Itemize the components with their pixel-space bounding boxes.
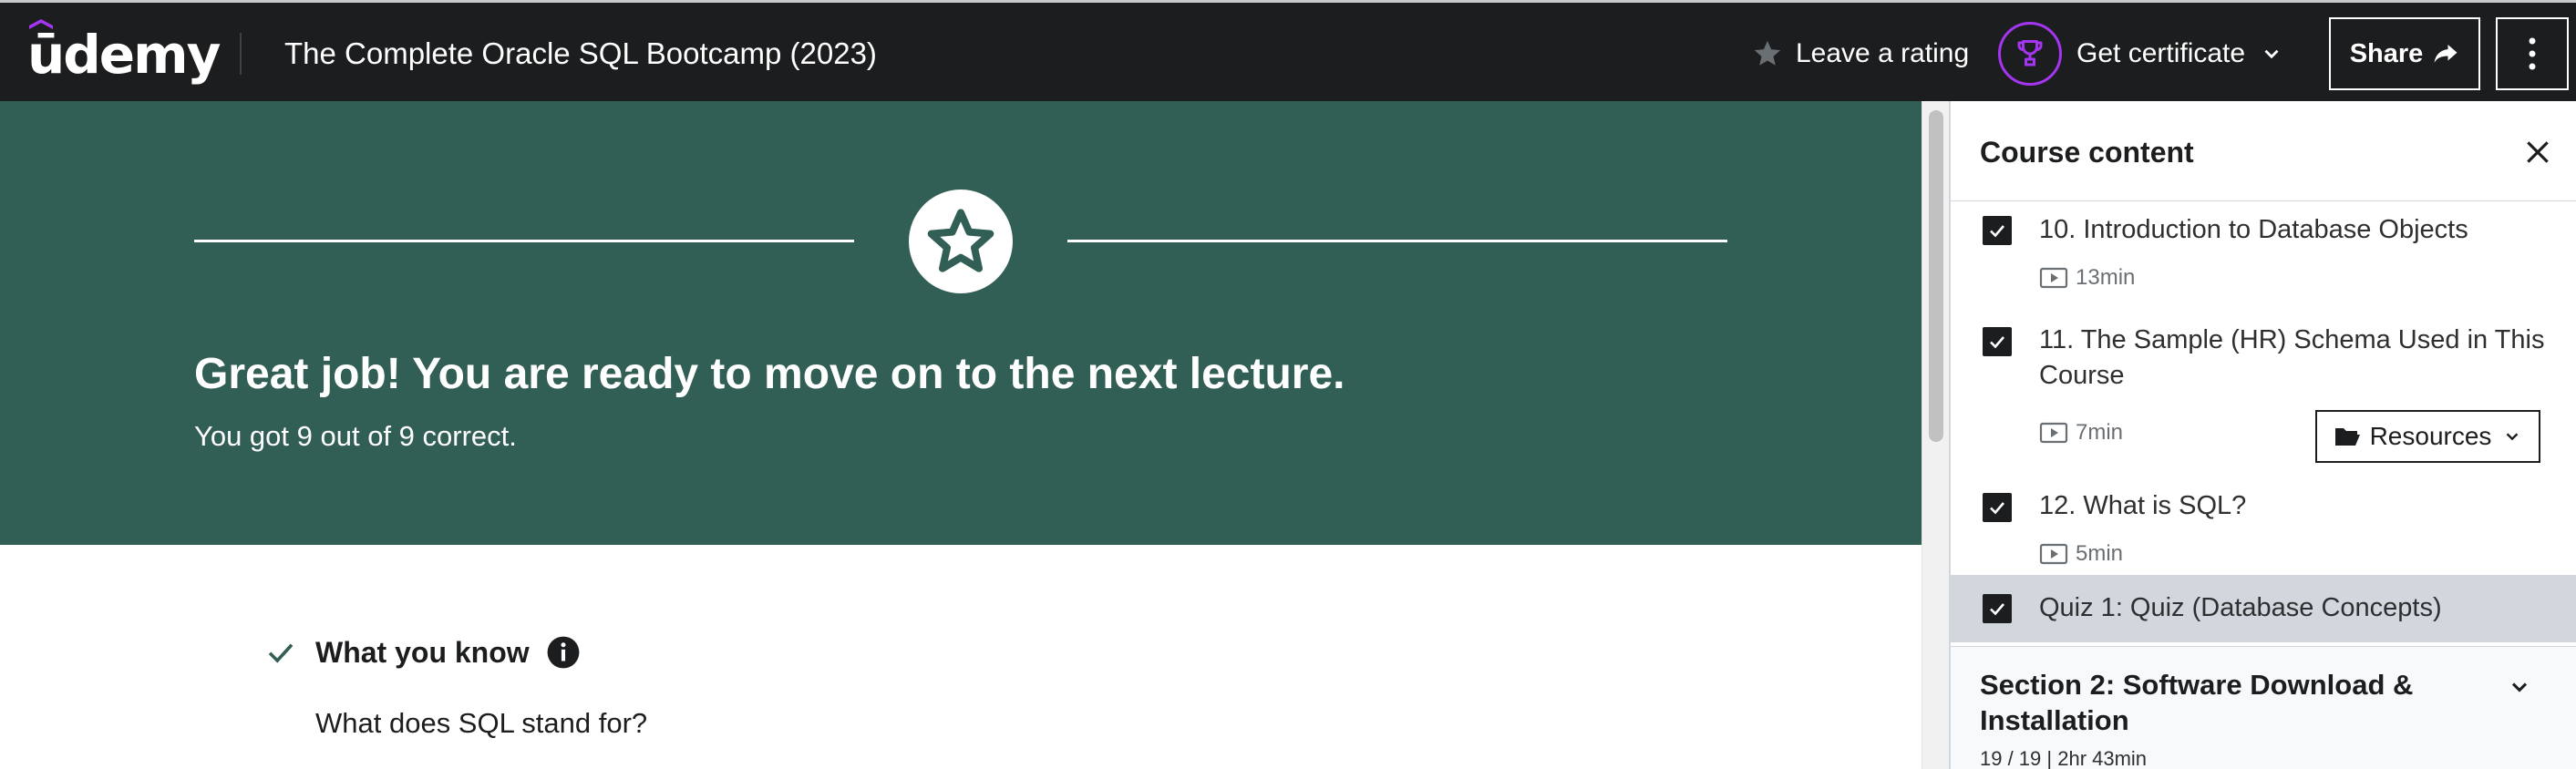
lecture-title: 12. What is SQL?: [2039, 491, 2247, 520]
lecture-duration: 5min: [2039, 541, 2123, 567]
vertical-dots-icon: [2529, 37, 2536, 70]
share-label: Share: [2349, 38, 2424, 68]
check-icon: [1990, 502, 2004, 515]
quiz-title: Quiz 1: Quiz (Database Concepts): [2039, 593, 2442, 622]
course-content-sidebar: 10. Introduction to Database Objects 13m…: [1949, 101, 2576, 769]
lecture-item[interactable]: 12. What is SQL? 5min: [1951, 477, 2576, 586]
result-score: You got 9 out of 9 correct.: [194, 420, 517, 452]
duration-text: 13min: [2076, 265, 2136, 290]
leave-rating-button[interactable]: Leave a rating: [1752, 34, 1969, 74]
check-icon: [1990, 603, 2004, 616]
share-arrow-icon: [2434, 45, 2458, 63]
lecture-duration: 7min: [2039, 420, 2123, 446]
certificate-progress-ring: [1998, 22, 2062, 86]
folder-open-icon: [2334, 428, 2360, 446]
lecture-title: 11. The Sample (HR) Schema Used in This …: [2039, 325, 2545, 390]
top-header: ūdemy The Complete Oracle SQL Bootcamp (…: [0, 0, 2576, 101]
lecture-checkbox[interactable]: [1983, 216, 2012, 245]
lecture-checkbox[interactable]: [1983, 493, 2012, 522]
video-icon: [2039, 267, 2068, 289]
logo-text: ūdemy: [27, 24, 221, 86]
main-scrollbar[interactable]: [1922, 101, 1949, 769]
sidebar-title: Course content: [1980, 136, 2194, 169]
close-icon[interactable]: [2523, 138, 2552, 167]
lecture-item[interactable]: 10. Introduction to Database Objects 13m…: [1951, 201, 2576, 311]
section-progress-meta: 19 / 19 | 2hr 43min: [1980, 747, 2148, 769]
lecture-title: 10. Introduction to Database Objects: [2039, 215, 2468, 244]
section-header-2[interactable]: Section 2: Software Download & Installat…: [1951, 646, 2576, 769]
chevron-down-icon: [2511, 682, 2528, 692]
star-badge: [909, 190, 1013, 293]
chevron-down-icon: [2264, 49, 2279, 59]
check-icon: [1990, 336, 2004, 349]
section-title: Section 2: Software Download & Installat…: [1980, 669, 2414, 736]
lecture-duration: 13min: [2039, 265, 2135, 291]
udemy-logo[interactable]: ūdemy: [27, 19, 221, 86]
lecture-item[interactable]: 11. The Sample (HR) Schema Used in This …: [1951, 311, 2576, 477]
rating-label: Leave a rating: [1796, 38, 1970, 68]
checkmark-icon: [268, 643, 294, 663]
duration-text: 5min: [2076, 541, 2124, 566]
video-icon: [2039, 543, 2068, 565]
what-you-know-label: What you know: [315, 635, 530, 669]
video-icon: [2039, 422, 2068, 444]
scrollbar-thumb[interactable]: [1929, 110, 1943, 442]
decorative-line-right: [1067, 240, 1727, 242]
resources-dropdown-button[interactable]: Resources: [2315, 410, 2540, 463]
check-icon: [1990, 225, 2004, 238]
lecture-checkbox[interactable]: [1983, 327, 2012, 356]
more-options-button[interactable]: [2496, 17, 2569, 90]
share-button[interactable]: Share: [2329, 17, 2480, 90]
quiz-result-banner: Great job! You are ready to move on to t…: [0, 101, 1922, 545]
quiz-item-active[interactable]: Quiz 1: Quiz (Database Concepts): [1951, 575, 2576, 642]
header-divider: [240, 33, 242, 75]
chevron-down-icon: [2507, 433, 2519, 441]
trophy-icon: [2017, 40, 2043, 67]
certificate-label: Get certificate: [2076, 38, 2246, 68]
result-title: Great job! You are ready to move on to t…: [194, 350, 1345, 398]
question-text: What does SQL stand for?: [315, 707, 648, 739]
info-icon[interactable]: [546, 635, 581, 670]
star-outline-icon: [927, 209, 994, 272]
resources-label: Resources: [2369, 422, 2492, 450]
quiz-checkbox[interactable]: [1983, 594, 2012, 623]
what-you-know-heading: What you know: [264, 631, 581, 674]
duration-text: 7min: [2076, 420, 2124, 445]
course-title[interactable]: The Complete Oracle SQL Bootcamp (2023): [284, 34, 877, 74]
decorative-line-left: [194, 240, 854, 242]
sidebar-header: Course content: [1951, 101, 2576, 201]
star-icon: [1754, 40, 1781, 66]
get-certificate-button[interactable]: Get certificate: [1998, 22, 2283, 86]
